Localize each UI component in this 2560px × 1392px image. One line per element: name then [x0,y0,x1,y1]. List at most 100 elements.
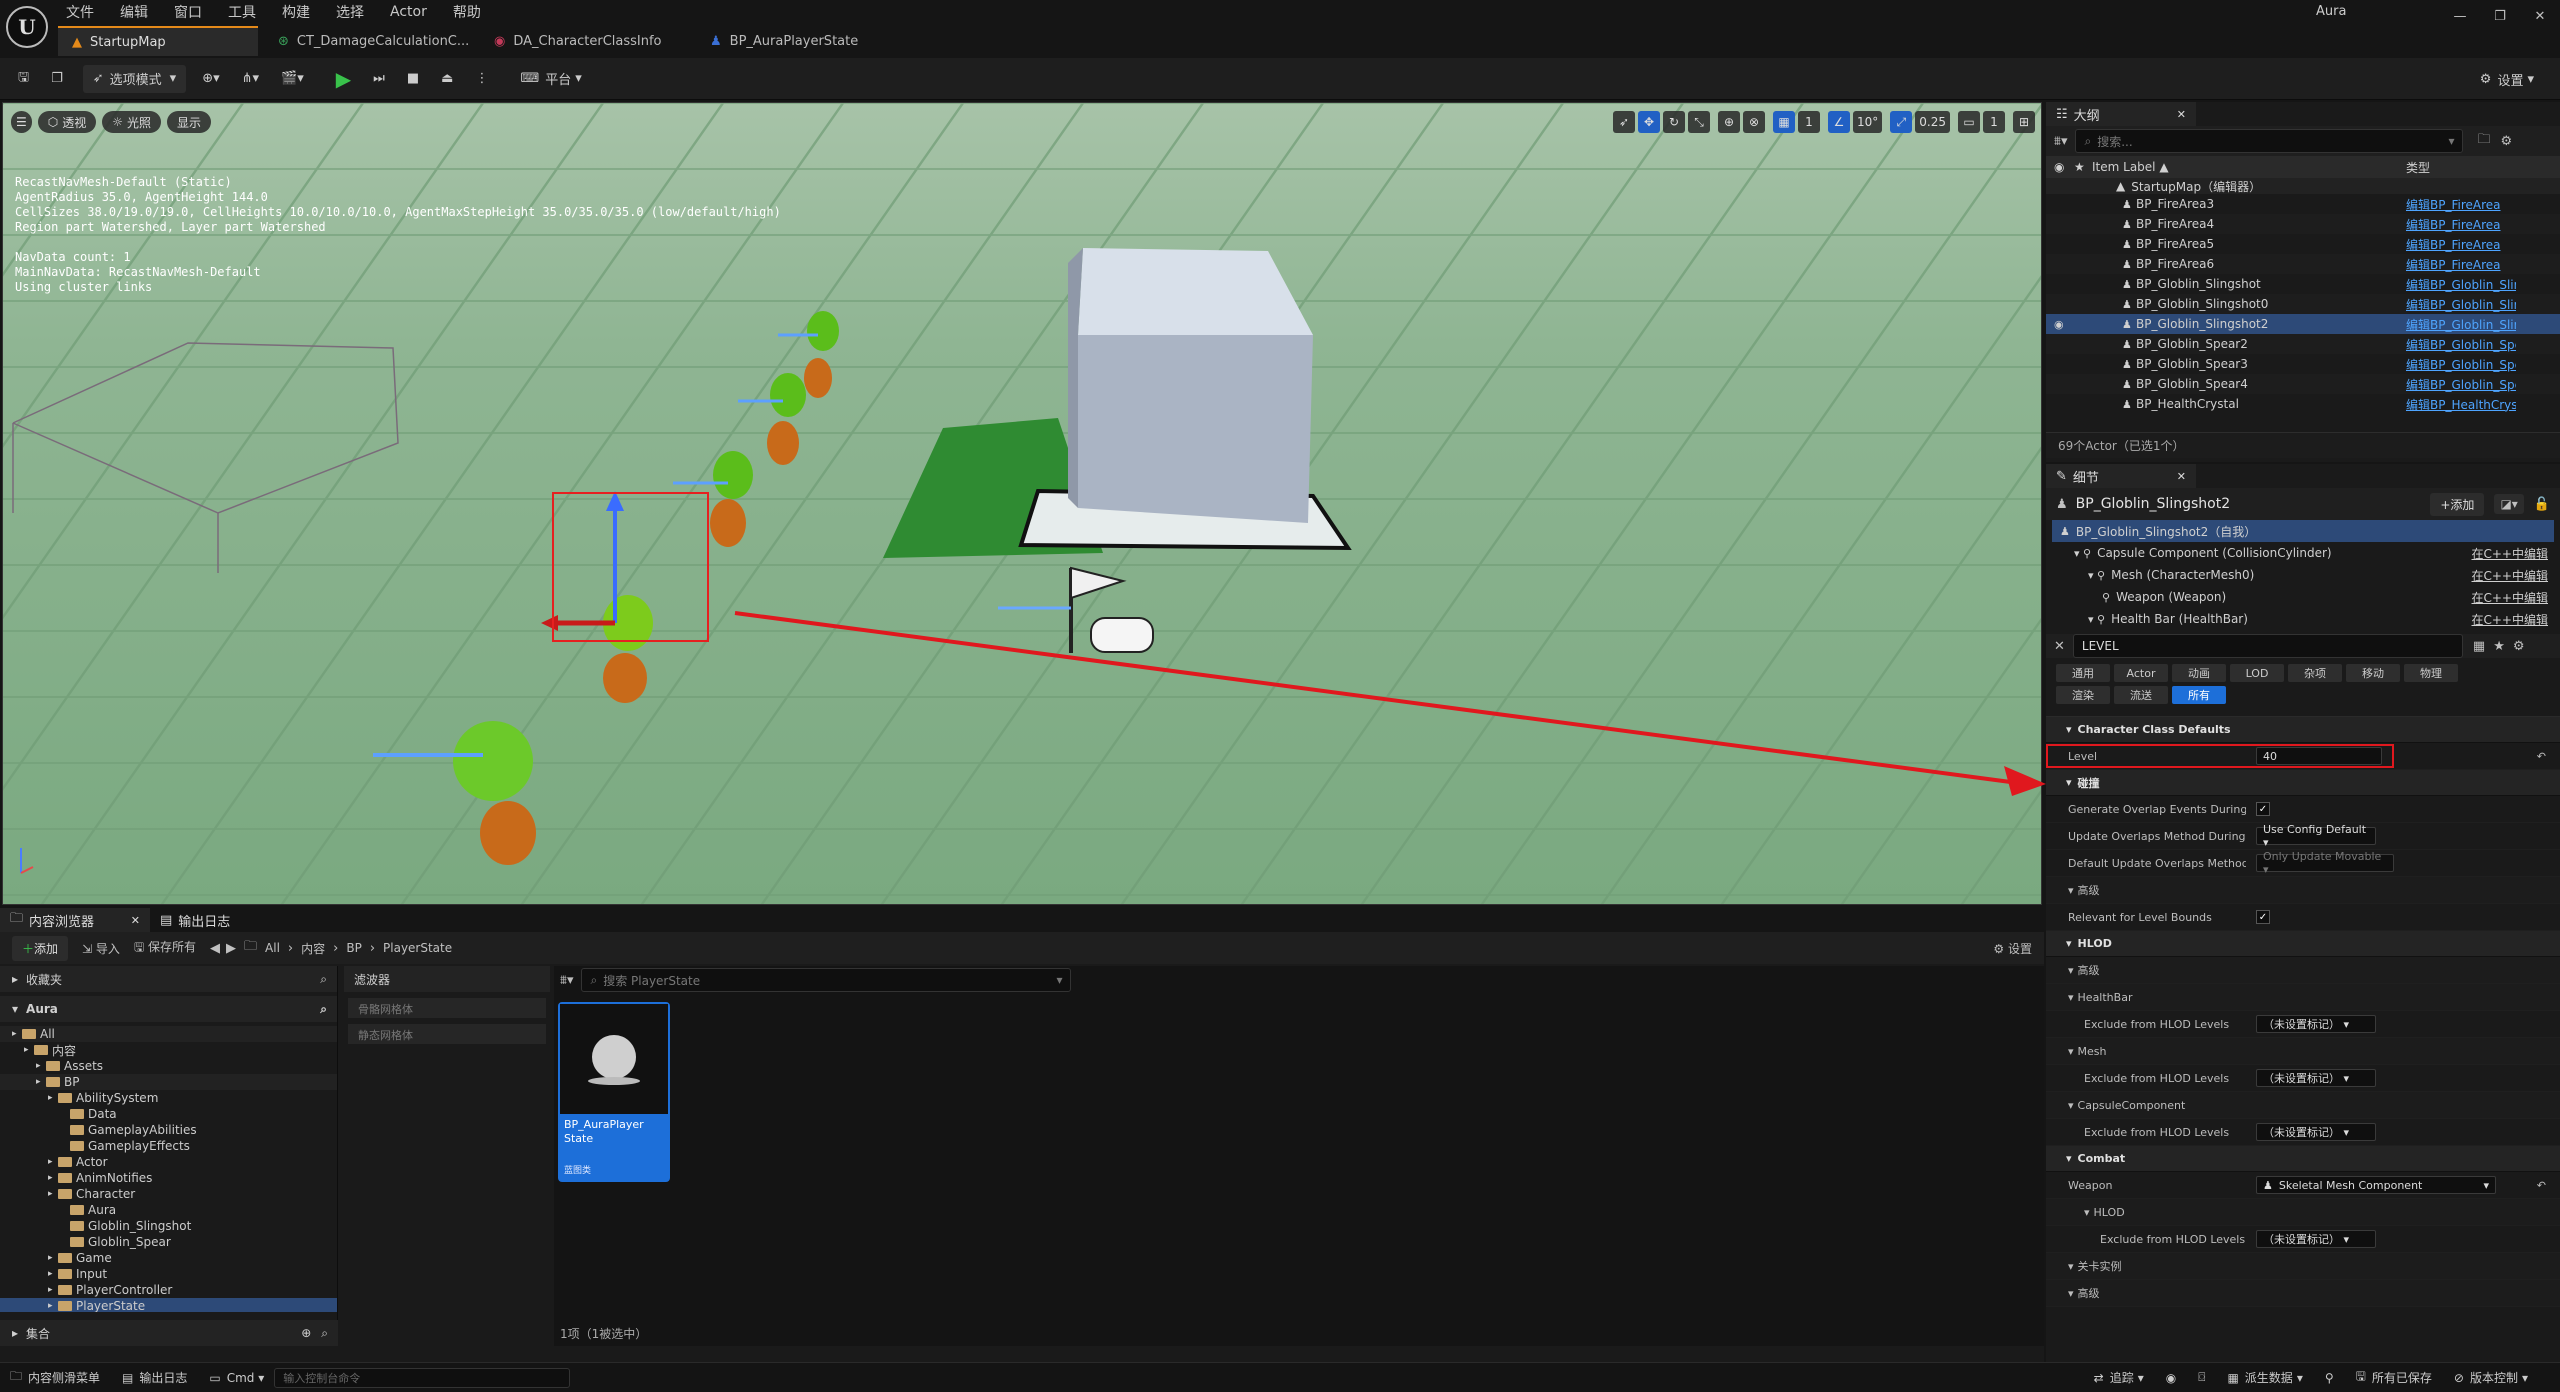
content-browser-tab[interactable]: 🗀 内容浏览器 ✕ [0,908,150,932]
scale-snap-icon[interactable]: ⤢ [1890,111,1913,133]
details-subsection[interactable]: ▾ 高级 [2046,957,2560,984]
outliner-tab[interactable]: ☷ 大纲 ✕ [2046,102,2196,126]
rotate-tool-icon[interactable]: ↻ [1663,111,1685,133]
menu-help[interactable]: 帮助 [453,2,481,22]
translate-tool-icon[interactable]: ✥ [1638,111,1660,133]
edit-in-cpp-link[interactable]: 在C++中编辑 [2472,545,2549,562]
component-row[interactable]: ▾ ⚲ Health Bar (HealthBar) 在C++中编辑 [2052,608,2554,630]
stop-icon[interactable]: ■ [401,65,425,93]
details-section[interactable]: ▾ 碰撞 [2046,770,2560,796]
folder-tree-item[interactable]: ▸ AbilitySystem [0,1090,337,1106]
expand-arrow-icon[interactable]: ▸ [48,1301,58,1311]
project-header[interactable]: ▾ Aura ⌕ [0,996,337,1022]
camera-speed-icon[interactable]: ▭ [1958,111,1980,133]
settings-button[interactable]: ⚙ 设置 ▾ [2474,65,2540,93]
expand-arrow-icon[interactable]: ▸ [48,1285,58,1295]
weapon-component-dropdown[interactable]: ♟ Skeletal Mesh Component ▾ [2256,1176,2496,1194]
mode-select-button[interactable]: ➶ 选项模式 ▾ [82,64,187,93]
edit-in-cpp-link[interactable]: 在C++中编辑 [2472,611,2549,628]
world-space-icon[interactable]: ⊕ [1718,111,1740,133]
level-viewport[interactable]: ☰ ⬡ 透视 ☼ 光照 显示 ➶ ✥ ↻ ⤡ ⊕ ⊗ ▦ 1 ∠ 10° ⤢ 0.2… [2,102,2042,905]
expand-arrow-icon[interactable]: ▸ [36,1077,46,1087]
folder-tree-item[interactable]: ▸ AnimNotifies [0,1170,337,1186]
outliner-row-type[interactable]: 编辑BP_FireArea [2406,236,2516,253]
reset-icon[interactable]: ↶ [2537,750,2546,763]
content-drawer-button[interactable]: 🗀 内容侧滑菜单 [10,1367,100,1388]
actor-name[interactable]: BP_Globlin_Slingshot2 [2076,496,2230,512]
filter-static-mesh[interactable]: 静态网格体 [348,1024,546,1044]
folder-tree-item[interactable]: ▸ Assets [0,1058,337,1074]
derived-data-button[interactable]: ▦ 派生数据 ▾ [2227,1369,2302,1386]
checkbox[interactable]: ✓ [2256,802,2270,816]
gear-icon[interactable]: ⚙ [2513,639,2525,654]
details-subsection[interactable]: ▾ 关卡实例 [2046,1253,2560,1280]
component-row[interactable]: ⚲ Weapon (Weapon) 在C++中编辑 [2052,586,2554,608]
angle-snap-icon[interactable]: ∠ [1828,111,1850,133]
add-collection-icon[interactable]: ⊕ [301,1326,311,1340]
details-section[interactable]: ▾ Combat [2046,1146,2560,1172]
source-icon[interactable]: ⚲ [2325,1371,2334,1385]
details-tab[interactable]: ✎ 细节 ✕ [2046,464,2196,488]
outliner-row[interactable]: ♟ BP_Globlin_Spear2 编辑BP_Globlin_Spe [2046,334,2560,354]
tab-bp-auraplayerstate[interactable]: ♟ BP_AuraPlayerState [696,26,876,56]
filter-icon[interactable]: ⩩▾ [2054,134,2067,149]
outliner-row-type[interactable]: 编辑BP_FireArea [2406,196,2516,213]
dropdown[interactable]: Use Config Default ▾ [2256,823,2376,849]
folder-tree-item[interactable]: ▸ All [0,1026,337,1042]
layout-icon[interactable]: ⊞ [2013,111,2035,133]
favorites-header[interactable]: ▸ 收藏夹 ⌕ [0,966,337,992]
category-4[interactable]: 杂项 [2288,664,2342,682]
grid-snap-value[interactable]: 1 [1798,111,1820,133]
outliner-row-type[interactable]: 编辑BP_Globlin_Sling [2406,276,2516,293]
folder-tree-item[interactable]: ▸ 内容 [0,1042,337,1058]
col-type[interactable]: 类型 [2406,159,2430,176]
surface-snap-icon[interactable]: ⊗ [1743,111,1765,133]
search-icon[interactable]: ⌕ [320,972,327,987]
details-section[interactable]: ▾ HLOD [2046,931,2560,957]
folder-tree-item[interactable]: ▸ BP [0,1074,337,1090]
folder-tree-item[interactable]: Data [0,1106,337,1122]
output-log-tab[interactable]: ▤ 输出日志 [150,908,250,932]
details-section[interactable]: ▾ Character Class Defaults [2046,717,2560,743]
menu-tools[interactable]: 工具 [228,2,256,22]
menu-actor[interactable]: Actor [390,4,427,20]
cb-add-button[interactable]: ＋添加 [12,935,69,961]
cb-import-button[interactable]: ⇲ 导入 [82,940,120,957]
scale-tool-icon[interactable]: ⤡ [1688,111,1710,133]
category-5[interactable]: 移动 [2346,664,2400,682]
console-input[interactable]: 输入控制台命令 [274,1367,571,1388]
category-6[interactable]: 物理 [2404,664,2458,682]
clear-search-icon[interactable]: ✕ [2054,639,2065,654]
lit-button[interactable]: ☼ 光照 [102,111,162,133]
details-subsection[interactable]: ▾ HLOD [2046,1199,2560,1226]
asset-tile[interactable]: BP_AuraPlayer State 蓝图类 [558,1002,670,1182]
show-button[interactable]: 显示 [167,111,212,133]
outliner-row-type[interactable]: 编辑BP_Globlin_Sling [2406,296,2516,313]
expand-arrow-icon[interactable]: ▸ [48,1253,58,1263]
eject-icon[interactable]: ⏏ [435,65,459,93]
category-1[interactable]: Actor [2114,664,2168,682]
reset-icon[interactable]: ↶ [2537,1179,2546,1192]
details-subsection[interactable]: ▾ Mesh [2046,1038,2560,1065]
eye-icon[interactable]: ◉ [2054,160,2074,174]
select-tool-icon[interactable]: ➶ [1613,111,1635,133]
outliner-row[interactable]: ♟ BP_FireArea6 编辑BP_FireArea [2046,254,2560,274]
outliner-row-type[interactable]: 编辑BP_Globlin_Spe [2406,336,2516,353]
close-icon[interactable]: ✕ [131,914,140,927]
category-9[interactable]: 所有 [2172,686,2226,704]
dropdown[interactable]: （未设置标记） ▾ [2256,1230,2376,1248]
outliner-row[interactable]: ♟ BP_FireArea3 编辑BP_FireArea [2046,194,2560,214]
breadcrumb-bp[interactable]: BP [346,941,361,955]
folder-tree-item[interactable]: ▸ Game [0,1250,337,1266]
scale-snap-value[interactable]: 0.25 [1915,111,1950,133]
tab-da-characterclass[interactable]: ◉ DA_CharacterClassInfo [480,26,690,56]
outliner-row-type[interactable]: 编辑BP_FireArea [2406,256,2516,273]
user-name[interactable]: Aura [2316,4,2346,19]
menu-build[interactable]: 构建 [282,2,310,22]
step-icon[interactable]: ⏭ [367,65,391,93]
camera-speed-value[interactable]: 1 [1983,111,2005,133]
table-view-icon[interactable]: ▦ [2473,639,2485,654]
output-log-button[interactable]: ▤ 输出日志 [122,1369,187,1386]
details-subsection[interactable]: ▾ CapsuleComponent [2046,1092,2560,1119]
category-2[interactable]: 动画 [2172,664,2226,682]
